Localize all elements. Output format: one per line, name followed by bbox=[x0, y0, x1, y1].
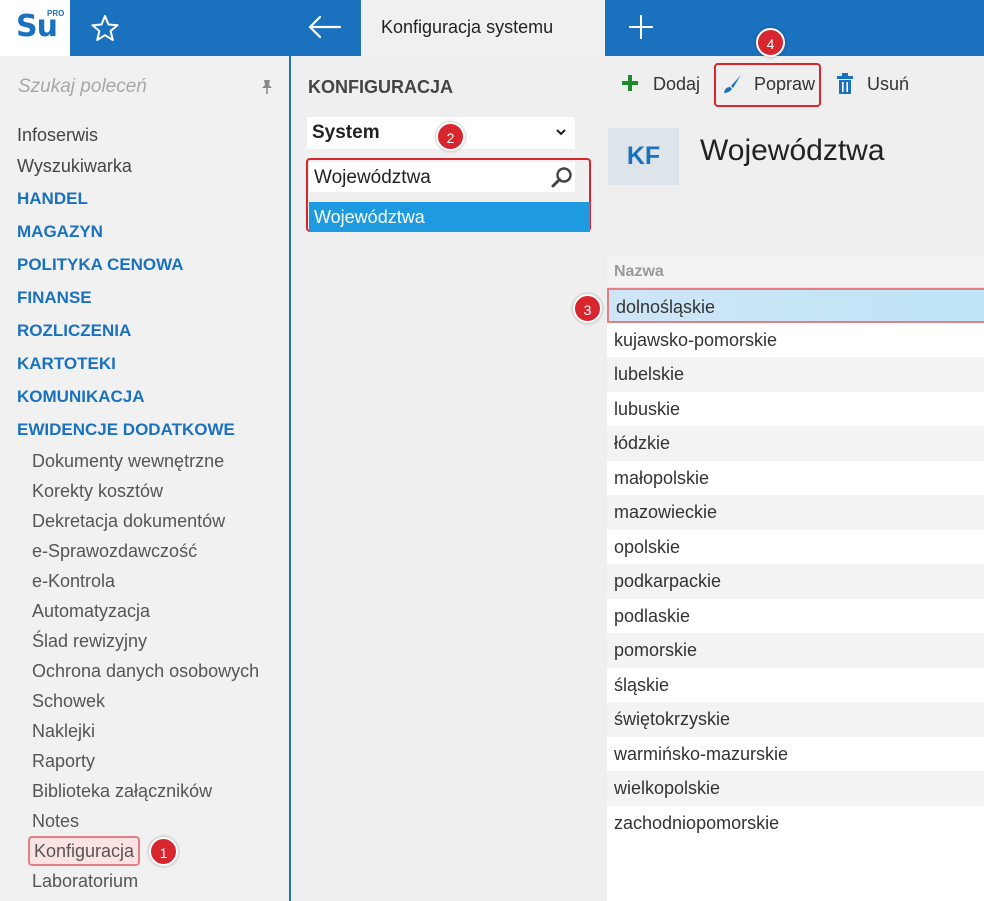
grid-rows: dolnośląskie kujawsko-pomorskie lubelski… bbox=[607, 288, 984, 840]
table-row[interactable]: wielkopolskie bbox=[607, 771, 984, 806]
chevron-down-icon bbox=[556, 129, 566, 136]
app-logo[interactable]: Su PRO bbox=[0, 0, 70, 56]
sidebar-item-e-kontrola[interactable]: e-Kontrola bbox=[0, 566, 289, 596]
sidebar-item-naklejki[interactable]: Naklejki bbox=[0, 716, 289, 746]
sidebar-item-raporty[interactable]: Raporty bbox=[0, 746, 289, 776]
table-row[interactable]: śląskie bbox=[607, 667, 984, 702]
config-tree-item-wojewodztwa[interactable]: Województwa bbox=[309, 202, 590, 232]
sidebar-item-infoserwis[interactable]: Infoserwis bbox=[0, 120, 289, 151]
config-panel: KONFIGURACJA System Województwa Wojewódz… bbox=[292, 56, 592, 901]
sidebar-category-polityka-cenowa[interactable]: POLITYKA CENOWA bbox=[0, 248, 289, 281]
step-marker-4: 4 bbox=[756, 28, 785, 57]
sidebar-item-wyszukiwarka[interactable]: Wyszukiwarka bbox=[0, 151, 289, 182]
command-search-input[interactable]: Szukaj poleceń bbox=[18, 76, 147, 98]
table-row[interactable]: mazowieckie bbox=[607, 495, 984, 530]
table-row[interactable]: lubelskie bbox=[607, 357, 984, 392]
trash-icon bbox=[837, 73, 853, 94]
config-filter-input[interactable]: Województwa bbox=[309, 162, 575, 192]
table-row[interactable]: pomorskie bbox=[607, 633, 984, 668]
data-grid: Nazwa dolnośląskie kujawsko-pomorskie lu… bbox=[607, 255, 984, 901]
sidebar-nav: Infoserwis Wyszukiwarka HANDEL MAGAZYN P… bbox=[0, 120, 289, 896]
plus-icon bbox=[622, 75, 638, 91]
table-row[interactable]: kujawsko-pomorskie bbox=[607, 322, 984, 357]
page-badge: KF bbox=[608, 128, 679, 185]
system-dropdown-value: System bbox=[312, 122, 380, 143]
sidebar-item-korekty-kosztow[interactable]: Korekty kosztów bbox=[0, 476, 289, 506]
table-row[interactable]: lubuskie bbox=[607, 391, 984, 426]
sidebar-item-konfiguracja[interactable]: Konfiguracja bbox=[0, 836, 289, 866]
table-row[interactable]: podlaskie bbox=[607, 598, 984, 633]
back-arrow-icon[interactable] bbox=[292, 0, 360, 56]
search-icon[interactable] bbox=[549, 165, 575, 189]
sidebar-item-laboratorium[interactable]: Laboratorium bbox=[0, 866, 289, 896]
sidebar-category-handel[interactable]: HANDEL bbox=[0, 182, 289, 215]
step-marker-1: 1 bbox=[149, 837, 178, 866]
page-title: Województwa bbox=[700, 134, 885, 167]
step-marker-3: 3 bbox=[573, 294, 602, 323]
favorites-star-icon[interactable] bbox=[88, 12, 122, 44]
sidebar: Szukaj poleceń Infoserwis Wyszukiwarka H… bbox=[0, 56, 291, 901]
filter-highlight: Województwa Województwa bbox=[306, 158, 591, 232]
sidebar-category-ewidencje-dodatkowe[interactable]: EWIDENCJE DODATKOWE bbox=[0, 413, 289, 446]
top-bar: Su PRO Konfiguracja systemu bbox=[0, 0, 984, 56]
sidebar-category-rozliczenia[interactable]: ROZLICZENIA bbox=[0, 314, 289, 347]
new-tab-plus-icon[interactable] bbox=[605, 0, 677, 56]
sidebar-item-notes[interactable]: Notes bbox=[0, 806, 289, 836]
delete-button[interactable]: Usuń bbox=[836, 70, 916, 98]
sidebar-item-biblioteka-zalacznikow[interactable]: Biblioteka załączników bbox=[0, 776, 289, 806]
edit-button-highlight bbox=[714, 63, 821, 107]
table-row[interactable]: zachodniopomorskie bbox=[607, 805, 984, 840]
column-header-nazwa[interactable]: Nazwa bbox=[607, 255, 984, 288]
step-marker-2: 2 bbox=[436, 122, 465, 151]
pin-icon[interactable] bbox=[258, 78, 276, 96]
sidebar-category-komunikacja[interactable]: KOMUNIKACJA bbox=[0, 380, 289, 413]
sidebar-item-schowek[interactable]: Schowek bbox=[0, 686, 289, 716]
sidebar-item-dokumenty-wewnetrzne[interactable]: Dokumenty wewnętrzne bbox=[0, 446, 289, 476]
table-row[interactable]: warmińsko-mazurskie bbox=[607, 736, 984, 771]
logo-badge: PRO bbox=[47, 9, 65, 18]
delete-button-label: Usuń bbox=[867, 74, 910, 94]
table-row[interactable]: łódzkie bbox=[607, 426, 984, 461]
sidebar-item-konfiguracja-label: Konfiguracja bbox=[28, 836, 141, 866]
table-row[interactable]: małopolskie bbox=[607, 460, 984, 495]
tab-konfiguracja-systemu[interactable]: Konfiguracja systemu bbox=[361, 0, 605, 56]
sidebar-item-dekretacja-dokumentow[interactable]: Dekretacja dokumentów bbox=[0, 506, 289, 536]
sidebar-item-automatyzacja[interactable]: Automatyzacja bbox=[0, 596, 289, 626]
sidebar-category-finanse[interactable]: FINANSE bbox=[0, 281, 289, 314]
table-row[interactable]: dolnośląskie bbox=[607, 288, 984, 323]
main-content: KF Województwa Nazwa dolnośląskie kujaws… bbox=[592, 112, 984, 901]
sidebar-category-magazyn[interactable]: MAGAZYN bbox=[0, 215, 289, 248]
table-row[interactable]: świętokrzyskie bbox=[607, 702, 984, 737]
config-panel-title: KONFIGURACJA bbox=[308, 77, 454, 97]
sidebar-category-kartoteki[interactable]: KARTOTEKI bbox=[0, 347, 289, 380]
add-button-label: Dodaj bbox=[653, 74, 701, 94]
sidebar-item-slad-rewizyjny[interactable]: Ślad rewizyjny bbox=[0, 626, 289, 656]
config-filter-value: Województwa bbox=[314, 167, 431, 188]
tab-label: Konfiguracja systemu bbox=[381, 17, 554, 37]
table-row[interactable]: opolskie bbox=[607, 529, 984, 564]
table-row[interactable]: podkarpackie bbox=[607, 564, 984, 599]
sidebar-item-ochrona-danych[interactable]: Ochrona danych osobowych bbox=[0, 656, 289, 686]
add-button[interactable]: Dodaj bbox=[620, 70, 704, 98]
sidebar-item-e-sprawozdawczosc[interactable]: e-Sprawozdawczość bbox=[0, 536, 289, 566]
